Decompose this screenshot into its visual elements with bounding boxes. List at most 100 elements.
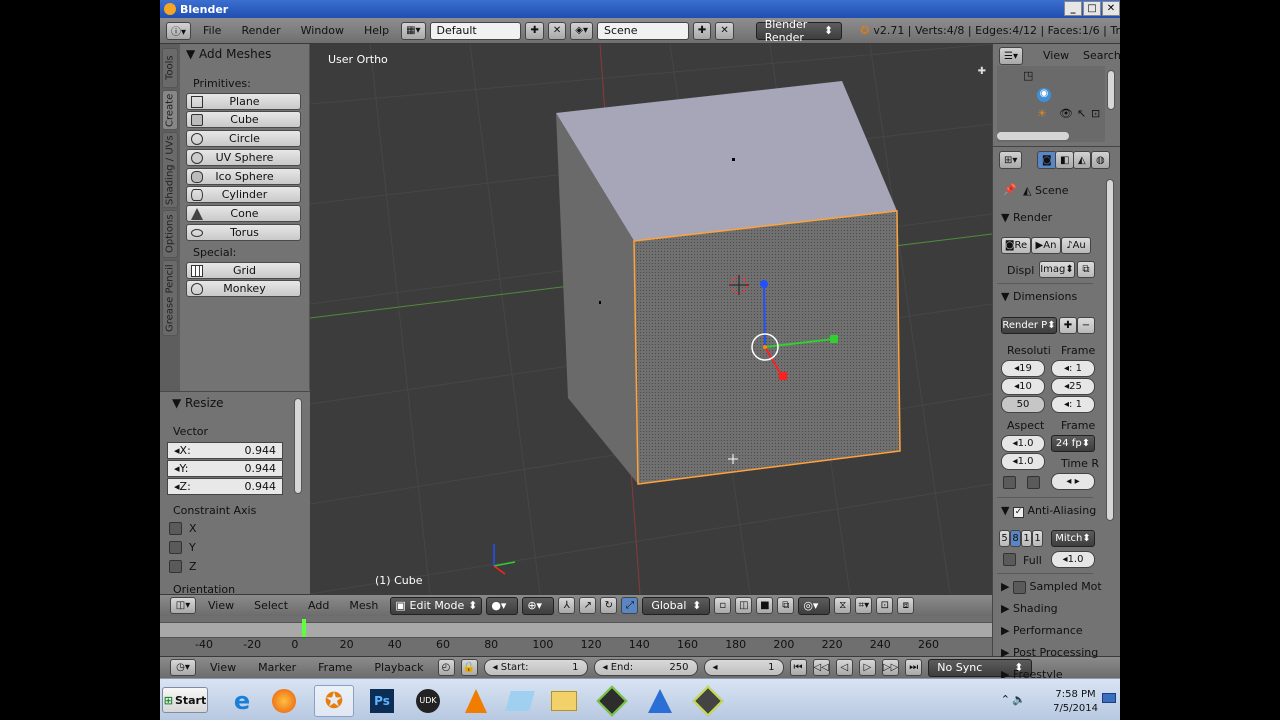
- constraint-x-checkbox[interactable]: [169, 522, 182, 535]
- rotate-icon[interactable]: ↻: [600, 597, 618, 614]
- jump-end-icon[interactable]: ⏭: [905, 659, 923, 676]
- camera-icon[interactable]: ⧈: [897, 597, 915, 614]
- photoshop-icon[interactable]: Ps: [362, 685, 402, 717]
- add-cone-button[interactable]: Cone: [186, 205, 301, 222]
- 3d-viewport[interactable]: User Ortho (1) Cube ✚: [310, 44, 992, 594]
- render-tab-icon[interactable]: ◙: [1037, 151, 1057, 169]
- fps-select[interactable]: 24 fp ⬍: [1051, 435, 1095, 452]
- add-uv-sphere-button[interactable]: UV Sphere: [186, 149, 301, 166]
- snap-toggle-icon[interactable]: ⧖: [834, 597, 852, 614]
- app-icon[interactable]: [500, 685, 540, 717]
- aa-samples-11[interactable]: 1: [1021, 530, 1032, 547]
- volume-icon[interactable]: 🔈: [1012, 693, 1026, 706]
- current-frame-field[interactable]: ◂ 1: [703, 659, 784, 676]
- render-layers-tab-icon[interactable]: ◧: [1055, 151, 1075, 169]
- world-object-icon[interactable]: ◉: [1037, 88, 1051, 102]
- tray-clock[interactable]: 7:58 PM 7/5/2014: [1053, 688, 1098, 716]
- add-plane-button[interactable]: Plane: [186, 93, 301, 110]
- render-preset-select[interactable]: Render P ⬍: [1001, 317, 1057, 334]
- display-select[interactable]: Imag ⬍: [1039, 261, 1075, 278]
- outliner-search-menu[interactable]: Search: [1083, 49, 1120, 62]
- visibility-eye-icon[interactable]: 👁: [1059, 107, 1073, 120]
- constraint-z-checkbox[interactable]: [169, 560, 182, 573]
- tab-tools[interactable]: Tools: [162, 48, 178, 88]
- end-frame-field[interactable]: ◂ End: 250: [593, 659, 698, 676]
- add-torus-button[interactable]: Torus: [186, 224, 301, 241]
- properties-scrollbar[interactable]: [1106, 179, 1114, 521]
- snap-element-icon[interactable]: ⌗▾: [855, 597, 873, 614]
- close-button[interactable]: ✕: [1102, 1, 1120, 16]
- scene-field[interactable]: Scene: [596, 21, 689, 40]
- remove-preset-icon[interactable]: −: [1077, 317, 1095, 334]
- scene-icon[interactable]: ◈▾: [570, 21, 593, 40]
- vector-z-field[interactable]: ◂Z: 0.944: [167, 478, 283, 495]
- aa-filter-select[interactable]: Mitch ⬍: [1051, 530, 1095, 547]
- shading-panel-header[interactable]: ▶ Shading: [1001, 602, 1058, 615]
- lock-icon[interactable]: 🔒: [460, 659, 478, 676]
- anti-aliasing-checkbox[interactable]: ✓: [1012, 507, 1024, 518]
- menu-playback[interactable]: Playback: [366, 661, 431, 674]
- menu-marker[interactable]: Marker: [250, 661, 304, 674]
- firefox-icon[interactable]: [264, 685, 304, 717]
- menu-render[interactable]: Render: [233, 24, 288, 37]
- editor-type-3dview-icon[interactable]: ◫▾: [170, 597, 196, 614]
- preview-range-icon[interactable]: ◴: [437, 659, 455, 676]
- performance-panel-header[interactable]: ▶ Performance: [1001, 624, 1083, 637]
- pin-icon[interactable]: 📌: [1003, 183, 1017, 196]
- add-scene-icon[interactable]: ✚: [692, 21, 712, 40]
- render-icon[interactable]: ⊡: [876, 597, 894, 614]
- vector-x-field[interactable]: ◂X: 0.944: [167, 442, 283, 459]
- border-checkbox[interactable]: [1003, 476, 1016, 489]
- scale-icon[interactable]: ⤢: [621, 597, 639, 614]
- add-meshes-panel-header[interactable]: ▼ Add Meshes: [186, 47, 271, 61]
- resize-panel-header[interactable]: ▼ Resize: [172, 396, 224, 410]
- full-sample-checkbox[interactable]: [1003, 553, 1016, 566]
- aspect-y-field[interactable]: ◂ 1.0: [1001, 453, 1045, 470]
- next-keyframe-icon[interactable]: ▷▷: [881, 659, 900, 676]
- app3-icon[interactable]: [688, 685, 728, 717]
- render-panel-header[interactable]: ▼ Render: [1001, 211, 1052, 224]
- aa-samples-5[interactable]: 5: [999, 530, 1010, 547]
- add-ico-sphere-button[interactable]: Ico Sphere: [186, 168, 301, 185]
- outliner-editor-icon[interactable]: ☰▾: [999, 47, 1023, 65]
- aa-samples-16[interactable]: 1: [1032, 530, 1043, 547]
- translate-icon[interactable]: ↗: [579, 597, 597, 614]
- frame-end-field[interactable]: ◂ 25: [1051, 378, 1095, 395]
- menu-mesh[interactable]: Mesh: [341, 599, 386, 612]
- tab-grease-pencil[interactable]: Grease Pencil: [162, 260, 178, 336]
- face-select-icon[interactable]: ■: [756, 597, 774, 614]
- frame-step-field[interactable]: ◂ : 1: [1051, 396, 1095, 413]
- prev-keyframe-icon[interactable]: ◁◁: [812, 659, 830, 676]
- tab-create[interactable]: Create: [162, 90, 178, 130]
- limit-selection-icon[interactable]: ⧉: [777, 597, 795, 614]
- viewport-plus-icon[interactable]: ✚: [978, 66, 986, 77]
- outliner-v-scrollbar[interactable]: [1107, 70, 1115, 110]
- vertex-select-icon[interactable]: ▫: [714, 597, 732, 614]
- edge-select-icon[interactable]: ◫: [735, 597, 753, 614]
- outliner-view-menu[interactable]: View: [1043, 49, 1069, 62]
- sampled-motion-panel-header[interactable]: ▶ Sampled Mot: [1001, 580, 1102, 594]
- add-monkey-button[interactable]: Monkey: [186, 280, 301, 297]
- tab-shading-uvs[interactable]: Shading / UVs: [162, 132, 178, 208]
- vlc-icon[interactable]: [456, 685, 496, 717]
- aa-samples-8[interactable]: 8: [1010, 530, 1021, 547]
- resolution-percent-field[interactable]: 50: [1001, 396, 1045, 413]
- menu-add[interactable]: Add: [300, 599, 337, 612]
- anti-aliasing-panel-header[interactable]: ▼ ✓ Anti-Aliasing: [1001, 504, 1096, 518]
- current-frame-marker[interactable]: [302, 619, 306, 637]
- app2-icon[interactable]: [640, 685, 680, 717]
- resolution-x-field[interactable]: ◂ 19: [1001, 360, 1045, 377]
- mode-select[interactable]: ▣ Edit Mode ⬍: [390, 596, 483, 615]
- add-cube-button[interactable]: Cube: [186, 111, 301, 128]
- editor-type-timeline-icon[interactable]: ◷▾: [170, 659, 196, 676]
- media-icon[interactable]: [592, 685, 632, 717]
- light-object-icon[interactable]: ☀: [1037, 107, 1047, 120]
- aspect-x-field[interactable]: ◂ 1.0: [1001, 435, 1045, 452]
- menu-frame[interactable]: Frame: [310, 661, 360, 674]
- constraint-y-checkbox[interactable]: [169, 541, 182, 554]
- proportional-select[interactable]: ◎▾: [798, 596, 831, 615]
- render-engine-select[interactable]: Blender Render ⬍: [755, 18, 843, 44]
- crop-checkbox[interactable]: [1027, 476, 1040, 489]
- render-animation-button[interactable]: ▶ An: [1031, 237, 1061, 254]
- remove-scene-icon[interactable]: ✕: [715, 21, 734, 40]
